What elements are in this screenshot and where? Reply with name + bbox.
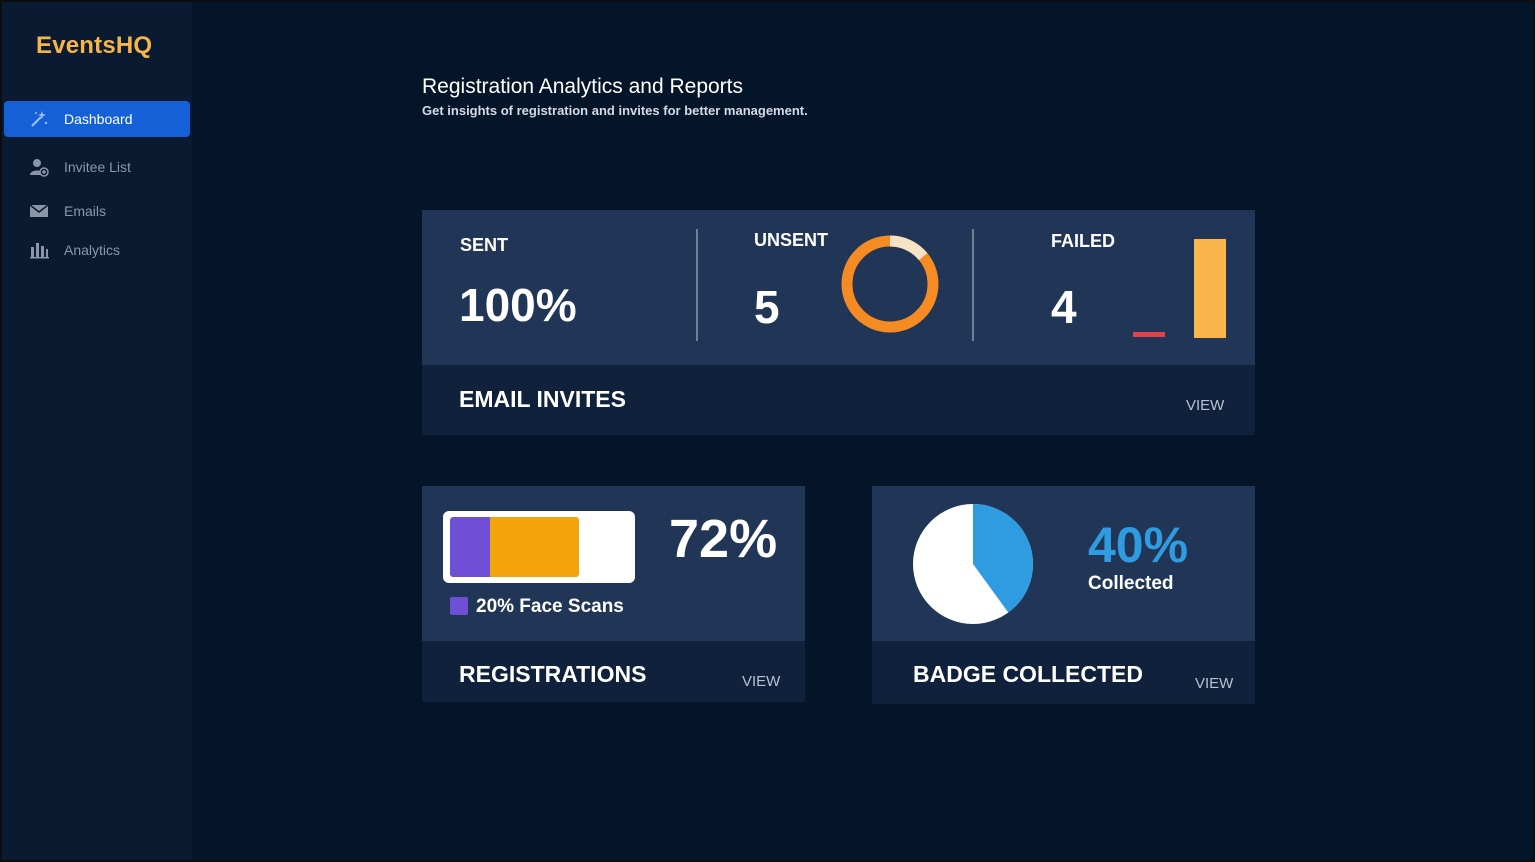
add-user-icon (28, 156, 50, 178)
failed-red-bar (1133, 332, 1165, 337)
magic-wand-icon (28, 108, 50, 130)
face-scan-legend: 20% Face Scans (476, 596, 624, 617)
sidebar-item-label: Dashboard (64, 111, 133, 127)
divider (696, 229, 698, 341)
face-scan-legend-swatch (450, 597, 468, 615)
badge-collected-title: BADGE COLLECTED (913, 661, 1143, 687)
envelope-icon (28, 200, 50, 222)
badge-collected-card: 40% Collected BADGE COLLECTED VIEW (872, 486, 1255, 704)
bar-chart-icon (28, 239, 50, 261)
failed-value: 4 (1051, 281, 1077, 333)
page-subtitle: Get insights of registration and invites… (422, 103, 808, 118)
registrations-card: 20% Face Scans 72% REGISTRATIONS VIEW (422, 486, 805, 702)
sidebar: EventsHQ Dashboard Invitee List Emails A… (2, 2, 192, 860)
sent-label: SENT (460, 235, 509, 255)
badge-collected-caption: Collected (1088, 573, 1174, 594)
registrations-value: 72% (669, 509, 778, 569)
sidebar-item-analytics[interactable]: Analytics (4, 232, 190, 268)
failed-orange-bar (1194, 239, 1226, 338)
registrations-stats: 20% Face Scans 72% (422, 486, 805, 641)
sidebar-item-label: Analytics (64, 242, 121, 258)
unsent-label: UNSENT (754, 230, 829, 250)
sidebar-item-label: Emails (64, 203, 107, 219)
divider (972, 229, 974, 341)
email-invites-stats: SENT 100% UNSENT 5 FAILED 4 (422, 210, 1255, 365)
registration-fill (480, 517, 579, 577)
sidebar-item-invitee-list[interactable]: Invitee List (4, 149, 190, 185)
page-title: Registration Analytics and Reports (422, 75, 743, 98)
sent-value: 100% (459, 279, 577, 331)
sidebar-item-dashboard[interactable]: Dashboard (4, 101, 190, 137)
registrations-view-link[interactable]: VIEW (742, 673, 780, 690)
sidebar-item-emails[interactable]: Emails (4, 193, 190, 229)
email-invites-card: SENT 100% UNSENT 5 FAILED 4 EMAIL INVITE… (422, 210, 1255, 435)
badge-collected-stats: 40% Collected (872, 486, 1255, 641)
badge-pie-chart (913, 504, 1034, 624)
registrations-title: REGISTRATIONS (459, 661, 647, 687)
email-invites-title: EMAIL INVITES (459, 386, 626, 412)
badge-collected-value: 40% (1088, 517, 1189, 573)
failed-label: FAILED (1051, 231, 1116, 251)
face-scan-fill (450, 517, 490, 577)
email-invites-view-link[interactable]: VIEW (1186, 397, 1224, 414)
app-logo: EventsHQ (36, 32, 153, 59)
unsent-value: 5 (754, 281, 780, 333)
badge-collected-view-link[interactable]: VIEW (1195, 675, 1233, 692)
sidebar-item-label: Invitee List (64, 159, 131, 175)
unsent-donut-chart (841, 235, 939, 333)
registration-progress-bar (443, 511, 635, 583)
